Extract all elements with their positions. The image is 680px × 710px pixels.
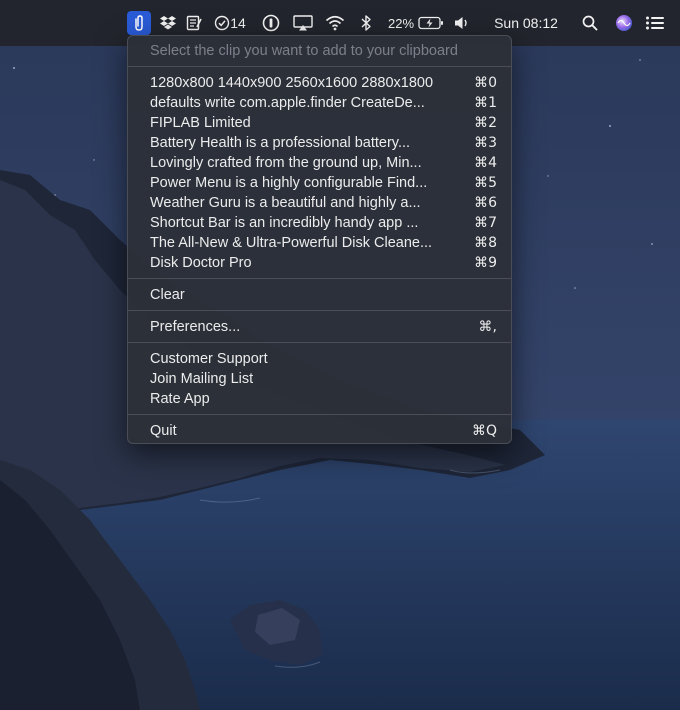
clip-item-1[interactable]: defaults write com.apple.finder CreateDe… — [134, 93, 505, 113]
menu-header: Select the clip you want to add to your … — [150, 43, 458, 59]
wifi-status-item[interactable] — [323, 11, 347, 35]
clipboard-app-status-item[interactable] — [127, 11, 151, 35]
clock: Sun 08:12 — [494, 15, 558, 31]
menu-separator — [128, 414, 511, 415]
airplay-status-item[interactable] — [292, 11, 314, 35]
clip-shortcut: ⌘6 — [474, 195, 497, 211]
spotlight-status-item[interactable] — [580, 11, 600, 35]
clip-item-9[interactable]: Disk Doctor Pro ⌘9 — [134, 253, 505, 273]
clip-shortcut: ⌘8 — [474, 235, 497, 251]
clip-label: defaults write com.apple.finder CreateDe… — [150, 95, 425, 111]
quit-label: Quit — [150, 423, 177, 439]
list-icon — [646, 16, 664, 30]
clip-label: Lovingly crafted from the ground up, Min… — [150, 155, 422, 171]
preferences-menu-item[interactable]: Preferences... ⌘, — [134, 317, 505, 337]
airplay-icon — [293, 15, 313, 31]
rate-app-label: Rate App — [150, 391, 210, 407]
dropbox-status-item[interactable] — [158, 11, 178, 35]
quit-menu-item[interactable]: Quit ⌘Q — [134, 421, 505, 441]
clip-label: Shortcut Bar is an incredibly handy app … — [150, 215, 419, 231]
clipboard-dropdown-menu: Select the clip you want to add to your … — [127, 35, 512, 444]
clip-label: Power Menu is a highly configurable Find… — [150, 175, 428, 191]
notes-icon — [186, 15, 202, 31]
clear-label: Clear — [150, 287, 185, 303]
notes-status-item[interactable] — [184, 11, 204, 35]
clip-shortcut: ⌘9 — [474, 255, 497, 271]
bluetooth-status-item[interactable] — [357, 11, 375, 35]
menu-separator — [128, 310, 511, 311]
battery-percentage: 22% — [387, 15, 415, 31]
notification-center-status-item[interactable] — [644, 11, 666, 35]
battery-status-item[interactable]: 22% — [386, 11, 446, 35]
menu-separator — [128, 342, 511, 343]
customer-support-label: Customer Support — [150, 351, 268, 367]
clip-label: 1280x800 1440x900 2560x1600 2880x1800 — [150, 75, 434, 91]
paperclip-icon — [135, 15, 143, 31]
clip-label: The All-New & Ultra-Powerful Disk Cleane… — [150, 235, 433, 251]
clip-shortcut: ⌘0 — [474, 75, 497, 91]
clear-menu-item[interactable]: Clear — [134, 285, 505, 305]
clip-label: Battery Health is a professional battery… — [150, 135, 411, 151]
clip-shortcut: ⌘3 — [474, 135, 497, 151]
search-icon — [582, 15, 598, 31]
preferences-shortcut: ⌘, — [478, 319, 497, 335]
rate-app-menu-item[interactable]: Rate App — [134, 389, 505, 409]
clip-item-5[interactable]: Power Menu is a highly configurable Find… — [134, 173, 505, 193]
clip-item-7[interactable]: Shortcut Bar is an incredibly handy app … — [134, 213, 505, 233]
volume-status-item[interactable] — [453, 11, 473, 35]
clip-label: Weather Guru is a beautiful and highly a… — [150, 195, 421, 211]
clip-shortcut: ⌘2 — [474, 115, 497, 131]
siri-status-item[interactable] — [614, 11, 634, 35]
onepassword-status-item[interactable] — [260, 11, 282, 35]
clip-shortcut: ⌘7 — [474, 215, 497, 231]
clip-shortcut: ⌘1 — [474, 95, 497, 111]
clip-label: Disk Doctor Pro — [150, 255, 252, 271]
battery-icon — [418, 16, 444, 30]
dropbox-icon — [160, 16, 176, 30]
clock-status-item[interactable]: Sun 08:12 — [486, 11, 566, 35]
bluetooth-icon — [361, 15, 371, 31]
menu-separator — [128, 278, 511, 279]
quit-shortcut: ⌘Q — [471, 423, 497, 439]
clip-item-2[interactable]: FIPLAB Limited ⌘2 — [134, 113, 505, 133]
preferences-label: Preferences... — [150, 319, 241, 335]
tasks-count: 14 — [230, 15, 246, 31]
menu-separator — [128, 66, 511, 67]
join-mailing-list-label: Join Mailing List — [150, 371, 254, 387]
tasks-status-item[interactable]: 14 — [210, 11, 250, 35]
siri-icon — [616, 15, 632, 31]
clip-item-0[interactable]: 1280x800 1440x900 2560x1600 2880x1800 ⌘0 — [134, 73, 505, 93]
join-mailing-list-menu-item[interactable]: Join Mailing List — [134, 369, 505, 389]
clip-item-8[interactable]: The All-New & Ultra-Powerful Disk Cleane… — [134, 233, 505, 253]
onepassword-icon — [262, 14, 280, 32]
clip-shortcut: ⌘4 — [474, 155, 497, 171]
clip-item-3[interactable]: Battery Health is a professional battery… — [134, 133, 505, 153]
customer-support-menu-item[interactable]: Customer Support — [134, 349, 505, 369]
checkmark-circle-icon — [215, 15, 230, 31]
clip-item-4[interactable]: Lovingly crafted from the ground up, Min… — [134, 153, 505, 173]
volume-icon — [455, 17, 467, 29]
clip-shortcut: ⌘5 — [474, 175, 497, 191]
clip-item-6[interactable]: Weather Guru is a beautiful and highly a… — [134, 193, 505, 213]
clip-label: FIPLAB Limited — [150, 115, 251, 131]
wifi-icon — [325, 15, 345, 31]
